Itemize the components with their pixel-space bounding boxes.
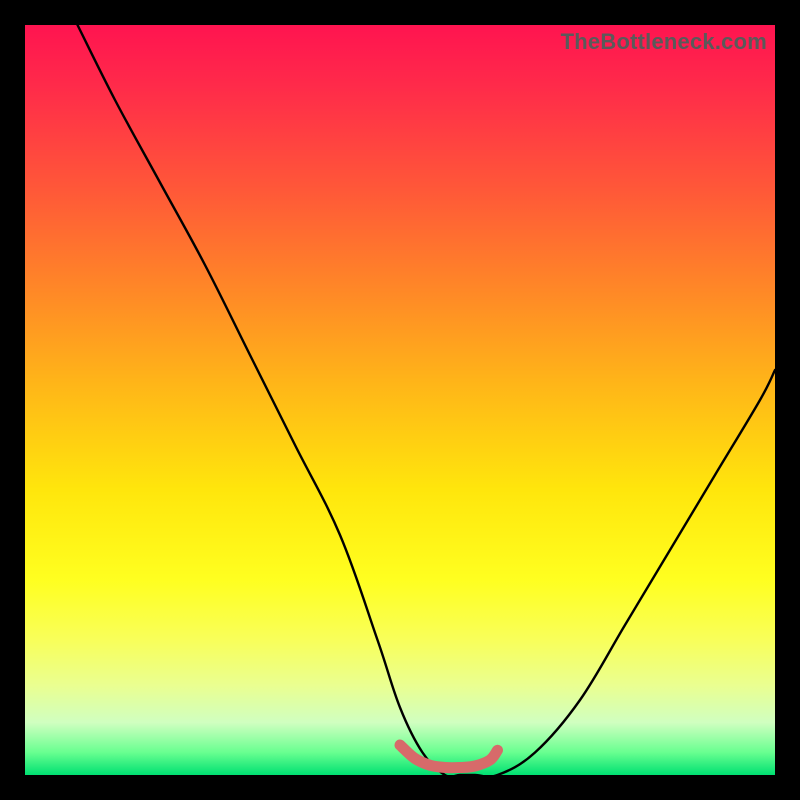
bottleneck-curve-path (78, 25, 776, 775)
chart-svg (25, 25, 775, 775)
sweet-spot-band-path (400, 745, 498, 768)
plot-area: TheBottleneck.com (25, 25, 775, 775)
chart-frame: TheBottleneck.com (0, 0, 800, 800)
